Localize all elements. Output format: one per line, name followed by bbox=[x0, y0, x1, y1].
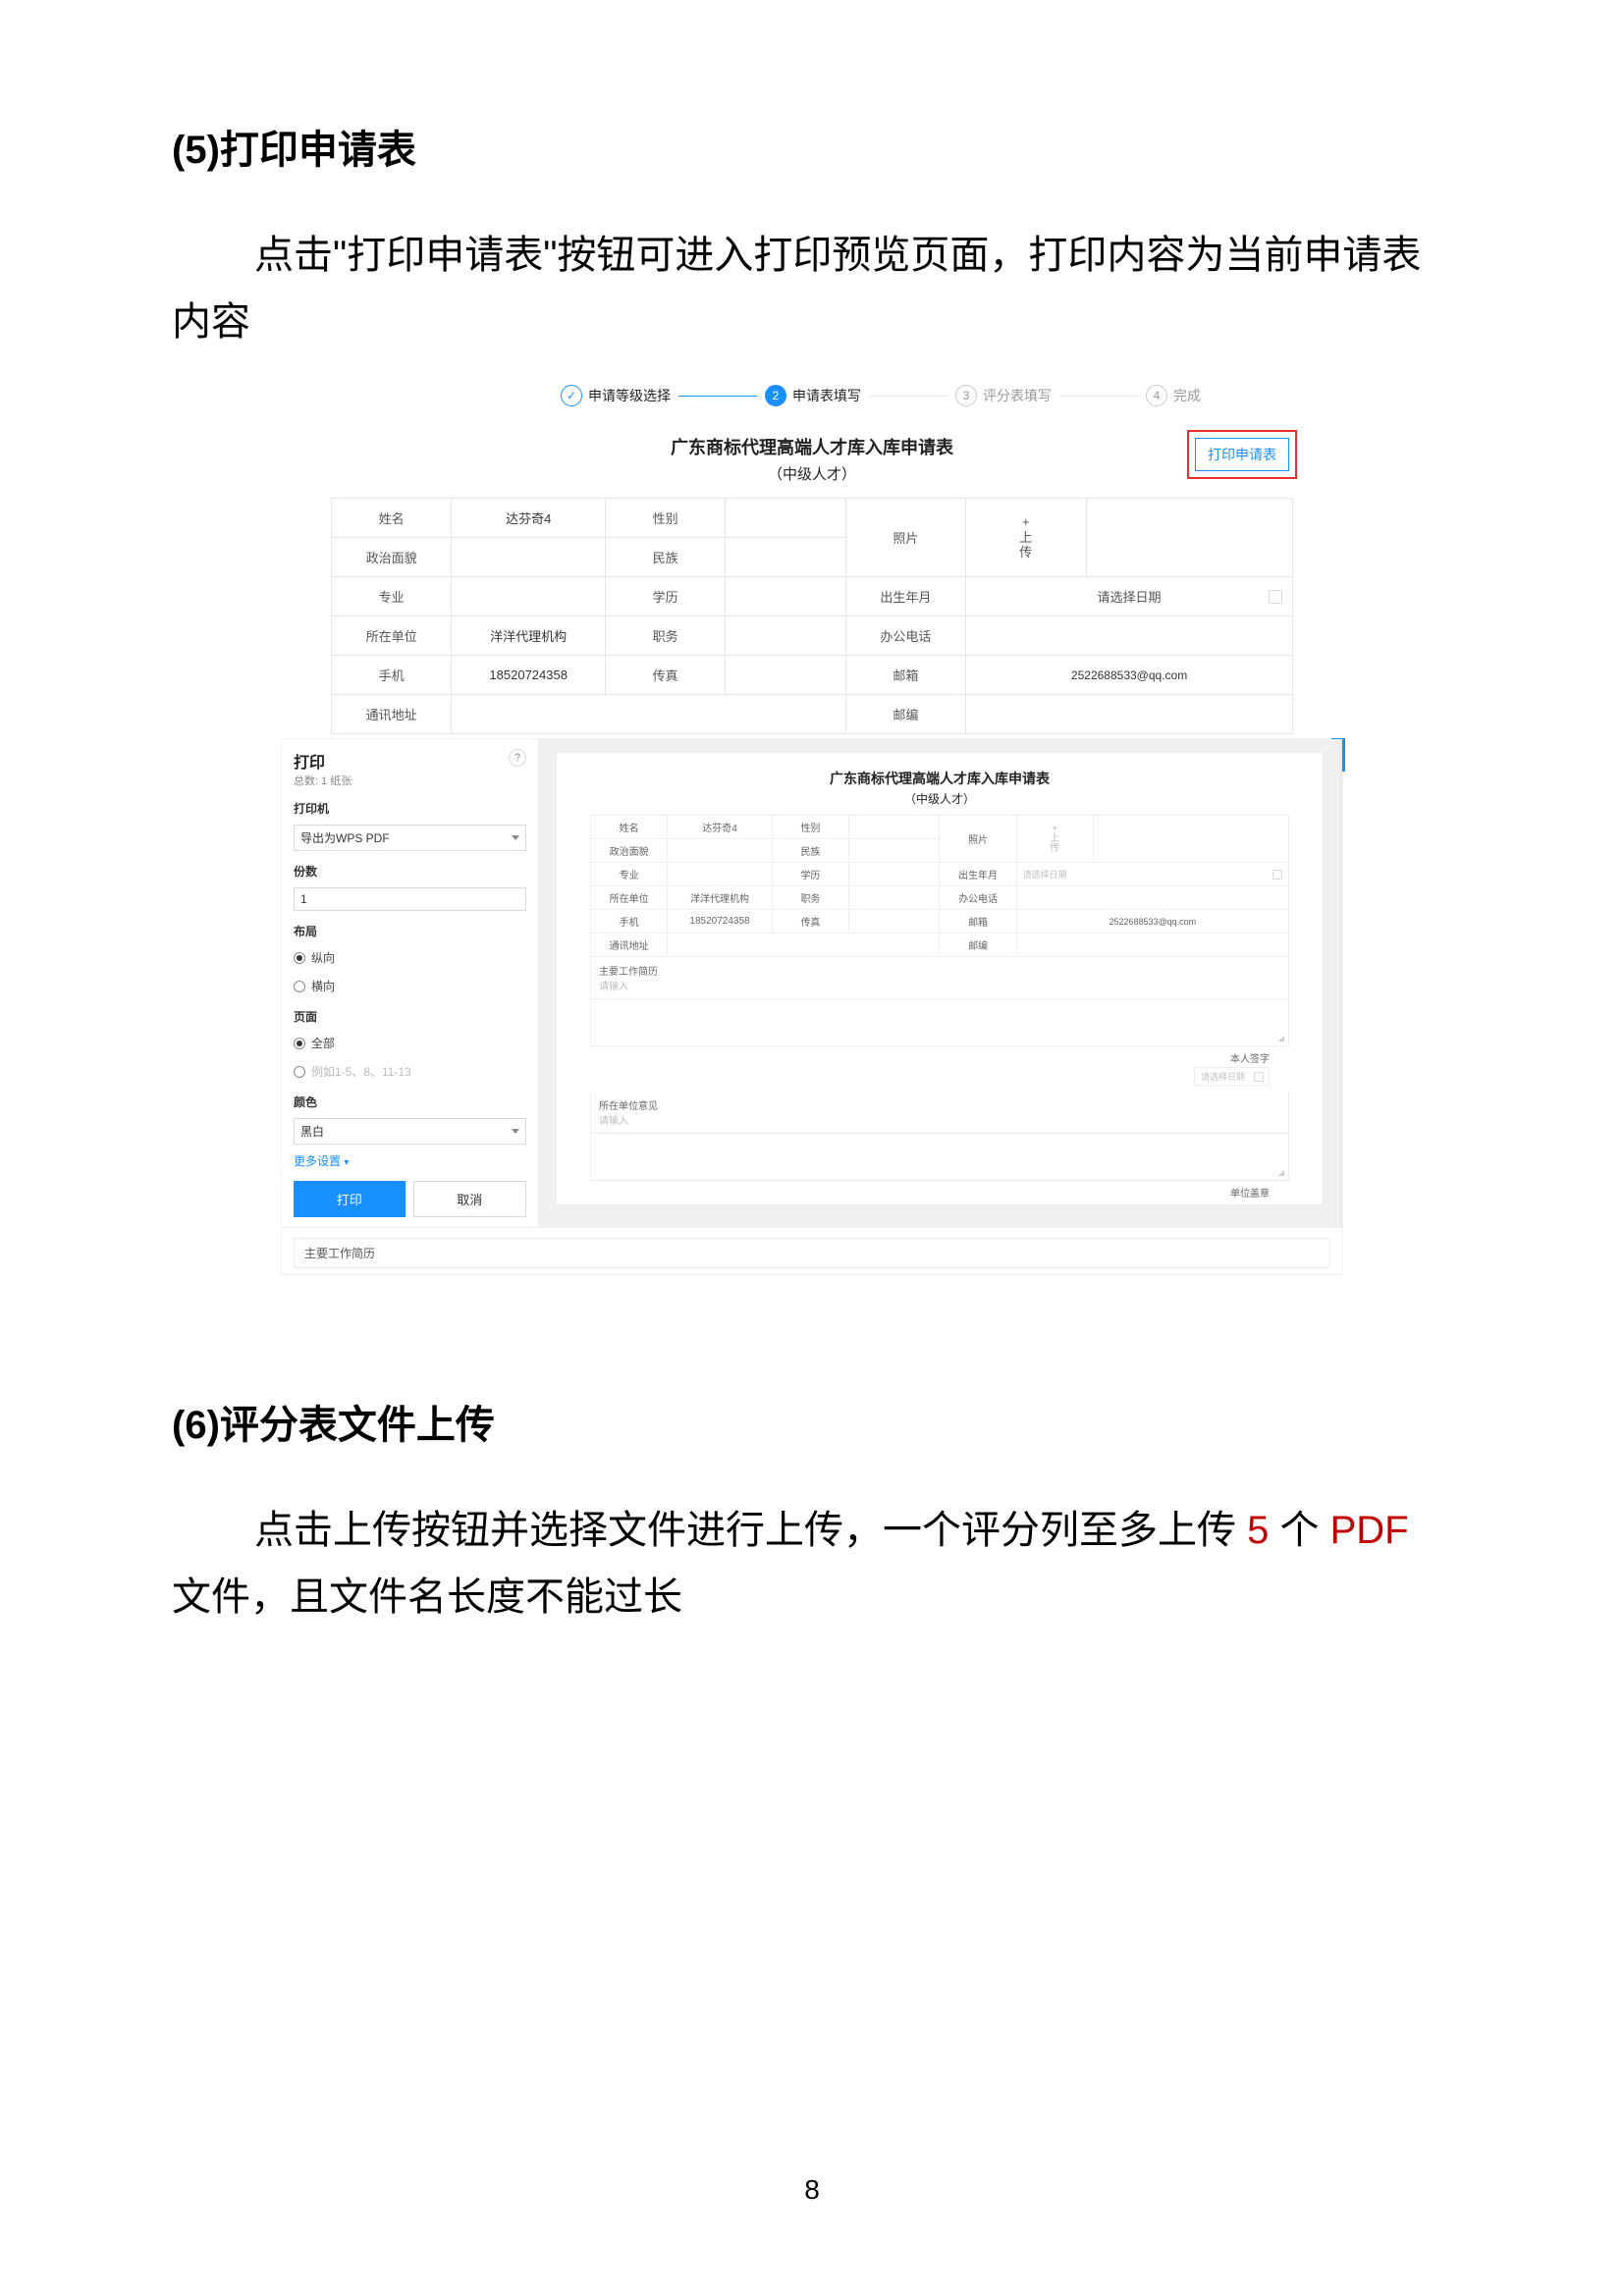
preview-self-sign-date: 请选择日期 bbox=[1194, 1067, 1270, 1086]
printer-select-value: 导出为WPS PDF bbox=[300, 829, 390, 846]
color-label: 颜色 bbox=[294, 1094, 526, 1110]
pages-all-label: 全部 bbox=[311, 1035, 335, 1051]
layout-landscape-radio[interactable]: 横向 bbox=[294, 978, 526, 994]
step-2-label: 申请表填写 bbox=[792, 386, 861, 405]
birth-date-picker[interactable]: 请选择日期 bbox=[966, 577, 1293, 616]
print-total-pages: 总数: 1 纸张 bbox=[294, 773, 352, 788]
screenshot-form-page: ✓ 申请等级选择 2 申请表填写 3 评分表填写 4 完成 打印申请表 广东商标… bbox=[331, 385, 1293, 734]
step-4-circle: 4 bbox=[1146, 385, 1167, 406]
pages-label: 页面 bbox=[294, 1008, 526, 1025]
preview-unit-seal-label: 单位盖章 bbox=[590, 1181, 1289, 1201]
step-1-label: 申请等级选择 bbox=[588, 386, 671, 405]
step-indicator: ✓ 申请等级选择 2 申请表填写 3 评分表填写 4 完成 bbox=[331, 385, 1293, 406]
preview-form-table: 姓名 达芬奇4 性别 照片 + 上 传 政治面貌 民族 专业 学历 bbox=[590, 815, 1289, 957]
printer-label: 打印机 bbox=[294, 800, 526, 817]
form-title: 广东商标代理高端人才库入库申请表 bbox=[331, 434, 1293, 459]
print-application-button[interactable]: 打印申请表 bbox=[1195, 438, 1289, 471]
radio-icon bbox=[294, 1038, 305, 1049]
step-1-circle: ✓ bbox=[561, 385, 582, 406]
help-icon[interactable]: ? bbox=[509, 749, 526, 767]
preview-unit-opinion-area bbox=[590, 1134, 1289, 1181]
printer-select[interactable]: 导出为WPS PDF bbox=[294, 825, 526, 851]
print-dialog-title: 打印 bbox=[294, 749, 352, 773]
label-email: 邮箱 bbox=[845, 656, 965, 695]
label-address: 通讯地址 bbox=[332, 695, 452, 734]
section-5-body: 点击"打印申请表"按钮可进入打印预览页面，打印内容为当前申请表内容 bbox=[172, 222, 1452, 355]
copies-label: 份数 bbox=[294, 863, 526, 880]
page-number: 8 bbox=[0, 2174, 1624, 2206]
layout-portrait-radio[interactable]: 纵向 bbox=[294, 949, 526, 966]
color-select[interactable]: 黑白 bbox=[294, 1118, 526, 1145]
preview-self-sign-label: 本人签字 bbox=[590, 1046, 1289, 1067]
copies-value: 1 bbox=[300, 892, 307, 906]
print-settings-panel: 打印 总数: 1 纸张 ? 打印机 导出为WPS PDF 份数 1 布局 纵向 … bbox=[282, 739, 539, 1227]
radio-icon bbox=[294, 1066, 305, 1078]
pages-range-radio[interactable]: 例如1-5、8、11-13 bbox=[294, 1063, 526, 1080]
form-subtitle: （中级人才） bbox=[331, 463, 1293, 484]
color-select-value: 黑白 bbox=[300, 1123, 324, 1140]
application-form-table: 姓名 达芬奇4 性别 照片 + 上 传 政治面貌 民族 专业 学历 出生年月 bbox=[331, 498, 1293, 734]
label-mobile: 手机 bbox=[332, 656, 452, 695]
step-4-label: 完成 bbox=[1173, 386, 1201, 405]
under-dialog-peek: 主要工作简历 bbox=[281, 1228, 1343, 1275]
step-3-circle: 3 bbox=[955, 385, 977, 406]
label-office-tel: 办公电话 bbox=[845, 616, 965, 656]
label-unit: 所在单位 bbox=[332, 616, 452, 656]
section-6-body: 点击上传按钮并选择文件进行上传，一个评分列至多上传 5 个 PDF 文件，且文件… bbox=[172, 1497, 1452, 1630]
more-settings-link[interactable]: 更多设置 ▾ bbox=[294, 1152, 526, 1169]
copies-input[interactable]: 1 bbox=[294, 887, 526, 911]
layout-label: 布局 bbox=[294, 923, 526, 939]
photo-upload-cell[interactable]: + 上 传 bbox=[966, 499, 1086, 577]
section-5-heading: (5)打印申请表 bbox=[172, 118, 1452, 175]
layout-portrait-label: 纵向 bbox=[311, 949, 335, 966]
preview-worksummary-label: 主要工作简历 请输入 bbox=[590, 957, 1289, 999]
label-birth: 出生年月 bbox=[845, 577, 965, 616]
label-political: 政治面貌 bbox=[332, 538, 452, 577]
screenshot-print-dialog: 打印 总数: 1 纸张 ? 打印机 导出为WPS PDF 份数 1 布局 纵向 … bbox=[281, 738, 1343, 1228]
value-unit: 洋洋代理机构 bbox=[452, 616, 606, 656]
label-major: 专业 bbox=[332, 577, 452, 616]
value-name: 达芬奇4 bbox=[452, 499, 606, 538]
preview-worksummary-area bbox=[590, 999, 1289, 1046]
print-preview-area: 广东商标代理高端人才库入库申请表 （中级人才） 姓名 达芬奇4 性别 照片 + … bbox=[539, 739, 1342, 1227]
print-preview-page: 广东商标代理高端人才库入库申请表 （中级人才） 姓名 达芬奇4 性别 照片 + … bbox=[557, 753, 1323, 1204]
label-education: 学历 bbox=[606, 577, 726, 616]
preview-form-title: 广东商标代理高端人才库入库申请表 bbox=[590, 769, 1289, 788]
label-zip: 邮编 bbox=[845, 695, 965, 734]
radio-icon bbox=[294, 981, 305, 992]
value-mobile: 18520724358 bbox=[452, 656, 606, 695]
pages-range-placeholder: 例如1-5、8、11-13 bbox=[311, 1063, 411, 1080]
preview-unit-opinion-label: 所在单位意见 请输入 bbox=[590, 1092, 1289, 1134]
label-fax: 传真 bbox=[606, 656, 726, 695]
radio-icon bbox=[294, 952, 305, 964]
section-6-heading: (6)评分表文件上传 bbox=[172, 1393, 1452, 1450]
label-position: 职务 bbox=[606, 616, 726, 656]
pages-all-radio[interactable]: 全部 bbox=[294, 1035, 526, 1051]
layout-landscape-label: 横向 bbox=[311, 978, 335, 994]
print-confirm-button[interactable]: 打印 bbox=[294, 1181, 406, 1217]
step-3-label: 评分表填写 bbox=[983, 386, 1052, 405]
print-cancel-button[interactable]: 取消 bbox=[413, 1181, 527, 1217]
preview-legal-sign-label: 法人签字 bbox=[590, 1201, 1289, 1204]
step-2-circle: 2 bbox=[765, 385, 786, 406]
label-photo: 照片 bbox=[845, 499, 965, 577]
value-email: 2522688533@qq.com bbox=[966, 656, 1293, 695]
label-ethnic: 民族 bbox=[606, 538, 726, 577]
label-gender: 性别 bbox=[606, 499, 726, 538]
label-name: 姓名 bbox=[332, 499, 452, 538]
preview-form-subtitle: （中级人才） bbox=[590, 790, 1289, 807]
print-button-highlight: 打印申请表 bbox=[1187, 430, 1297, 479]
